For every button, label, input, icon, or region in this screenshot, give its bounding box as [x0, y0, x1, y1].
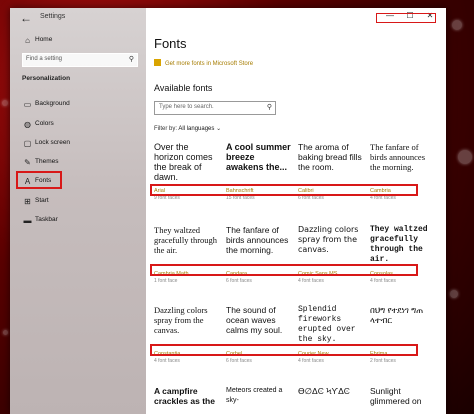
store-link-label: Get more fonts in Microsoft Store — [165, 61, 254, 67]
sidebar-item-label: Home — [35, 36, 53, 43]
sidebar-item-label: Background — [35, 100, 70, 107]
settings-search-placeholder: Find a setting — [26, 56, 63, 62]
search-icon: ⚲ — [266, 104, 272, 111]
sidebar-item-label: Colors — [35, 120, 54, 127]
controls-highlight-box — [376, 13, 436, 23]
sidebar-item-label: Themes — [35, 158, 59, 165]
font-sample: Sunlight glimmered on — [370, 386, 422, 406]
font-names-highlight-box — [150, 264, 418, 276]
language-filter[interactable]: Filter by: All languages ⌄ — [154, 125, 221, 132]
home-icon: ⌂ — [25, 36, 30, 45]
font-sample: Over the horizon comes the break of dawn… — [154, 142, 213, 182]
brush-icon: ✎ — [24, 158, 31, 167]
app-title: Settings — [40, 13, 66, 20]
sidebar-item-taskbar[interactable]: ▬ Taskbar — [10, 212, 146, 230]
font-sample: A campfire crackles as the — [154, 386, 215, 406]
page-title: Fonts — [154, 36, 187, 51]
font-sample: The fanfare of birds announces the morni… — [226, 225, 289, 255]
wallpaper-bubble — [458, 150, 472, 164]
font-names-highlight-box — [150, 344, 418, 356]
sidebar-item-lock-screen[interactable]: ▢ Lock screen — [10, 135, 146, 153]
filter-value: All languages — [178, 126, 215, 132]
sidebar-item-label: Taskbar — [35, 216, 58, 223]
wallpaper-bubble — [452, 20, 462, 30]
sidebar-item-label: Lock screen — [35, 139, 71, 146]
start-icon: ⊞ — [24, 197, 31, 206]
font-faces: 6 font faces — [226, 278, 252, 284]
chevron-down-icon: ⌄ — [216, 126, 222, 132]
search-icon: ⚲ — [128, 56, 134, 63]
sidebar-item-colors[interactable]: ◍ Colors — [10, 116, 146, 134]
settings-search-input[interactable]: Find a setting ⚲ — [22, 53, 138, 67]
section-heading: Personalization — [22, 75, 71, 82]
store-bag-icon — [154, 59, 161, 66]
font-names-highlight-box — [150, 184, 418, 196]
font-faces: 4 font faces — [298, 278, 324, 284]
font-sample: The aroma of baking bread fills the room… — [298, 142, 362, 172]
font-sample: በህግ የተደነገ ግጠ ላተብር — [370, 305, 424, 325]
back-arrow-icon[interactable]: ← — [20, 11, 32, 25]
sidebar-item-home[interactable]: ⌂ Home — [10, 32, 146, 50]
font-search-placeholder: Type here to search. — [159, 104, 214, 110]
wallpaper-bubble — [450, 290, 458, 298]
lock-screen-icon: ▢ — [23, 139, 32, 148]
sidebar-item-label: Start — [35, 197, 49, 204]
taskbar-icon: ▬ — [23, 216, 32, 225]
title-bar: ← Settings — [10, 8, 146, 28]
main-content: — ☐ ✕ Fonts Get more fonts in Microsoft St… — [146, 8, 446, 414]
sidebar-item-start[interactable]: ⊞ Start — [10, 193, 146, 211]
font-faces: 2 font faces — [370, 358, 396, 364]
font-sample: They waltzed gracefully through the air. — [154, 225, 218, 255]
wallpaper-bubble — [3, 330, 8, 335]
palette-icon: ◍ — [24, 120, 31, 129]
font-sample: A cool summer breeze awakens the... — [226, 142, 291, 172]
font-sample: ϴ∅ΔϾ ϞϒΔϾ — [298, 386, 350, 396]
font-sample: They waltzed gracefully through the air. — [370, 225, 428, 264]
font-faces: 4 font faces — [154, 358, 180, 364]
fonts-highlight-box — [16, 171, 62, 189]
available-fonts-heading: Available fonts — [154, 83, 213, 93]
font-faces: 4 font faces — [370, 278, 396, 284]
font-search-input[interactable]: Type here to search. ⚲ — [154, 101, 276, 115]
font-sample: Splendid fireworks erupted over the sky. — [298, 305, 356, 344]
image-icon: ▭ — [23, 100, 32, 109]
font-faces: 4 font faces — [298, 358, 324, 364]
filter-label: Filter by: — [154, 126, 178, 132]
store-link[interactable]: Get more fonts in Microsoft Store — [154, 59, 253, 67]
font-faces: 1 font face — [154, 278, 178, 284]
settings-window: ← Settings ⌂ Home Find a setting ⚲ Perso… — [10, 8, 446, 414]
font-sample: Dazzling colors spray from the canvas. — [154, 305, 208, 335]
font-sample: Meteors created a sky- — [226, 387, 283, 404]
font-sample: Dazzling colors spray from the canvas. — [298, 225, 359, 254]
sidebar-item-background[interactable]: ▭ Background — [10, 96, 146, 114]
sidebar-item-themes[interactable]: ✎ Themes — [10, 154, 146, 172]
sidebar: ← Settings ⌂ Home Find a setting ⚲ Perso… — [10, 8, 146, 414]
font-sample: The fanfare of birds announces the morni… — [370, 142, 426, 172]
font-faces: 6 font faces — [226, 358, 252, 364]
wallpaper-bubble — [2, 100, 8, 106]
font-sample: The sound of ocean waves calms my soul. — [226, 305, 283, 335]
